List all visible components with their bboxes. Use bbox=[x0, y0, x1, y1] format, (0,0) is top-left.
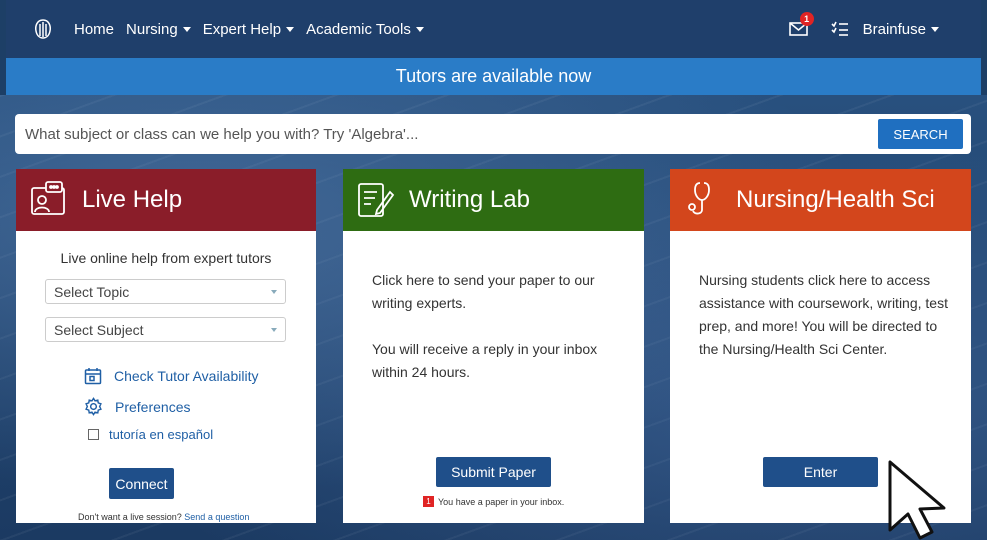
subject-select[interactable]: Select Subject bbox=[45, 317, 286, 342]
search-bar: SEARCH bbox=[15, 114, 971, 154]
inbox-count-badge: 1 bbox=[423, 496, 434, 507]
inbox-note-text: You have a paper in your inbox. bbox=[438, 496, 565, 507]
brainfuse-logo-icon[interactable] bbox=[32, 18, 54, 40]
nav-home[interactable]: Home bbox=[74, 21, 114, 38]
spanish-checkbox[interactable]: tutoría en español bbox=[88, 427, 213, 442]
nursing-desc: Nursing students click here to access as… bbox=[699, 272, 948, 357]
caret-down-icon bbox=[415, 26, 424, 32]
writing-lab-card: Writing Lab Click here to send your pape… bbox=[343, 169, 644, 523]
nursing-header[interactable]: Nursing/Health Sci bbox=[670, 169, 971, 231]
send-question-link[interactable]: Send a question bbox=[184, 512, 249, 522]
chevron-down-icon bbox=[271, 328, 277, 332]
mouse-pointer-icon bbox=[888, 460, 946, 540]
enter-button[interactable]: Enter bbox=[763, 457, 878, 487]
topic-select[interactable]: Select Topic bbox=[45, 279, 286, 304]
writing-lab-header[interactable]: Writing Lab bbox=[343, 169, 644, 231]
top-navbar: Home Nursing Expert Help Academic Tools … bbox=[6, 0, 981, 58]
writing-lab-desc-2: You will receive a reply in your inbox w… bbox=[372, 341, 598, 380]
writing-lab-title: Writing Lab bbox=[409, 186, 530, 213]
caret-down-icon bbox=[286, 26, 295, 32]
nav-nursing[interactable]: Nursing bbox=[126, 21, 191, 38]
user-menu[interactable]: Brainfuse bbox=[863, 21, 939, 38]
connect-button[interactable]: Connect bbox=[109, 468, 174, 499]
submit-paper-button[interactable]: Submit Paper bbox=[436, 457, 551, 487]
search-input[interactable] bbox=[15, 124, 878, 144]
live-help-title: Live Help bbox=[82, 186, 183, 213]
search-button[interactable]: SEARCH bbox=[878, 119, 963, 149]
live-help-subtitle: Live online help from expert tutors bbox=[60, 250, 272, 266]
writing-lab-desc-1: Click here to send your paper to our wri… bbox=[372, 272, 595, 311]
preferences-link[interactable]: Preferences bbox=[84, 397, 190, 416]
nursing-title: Nursing/Health Sci bbox=[736, 186, 935, 213]
stethoscope-icon bbox=[688, 182, 710, 215]
calendar-icon bbox=[84, 368, 102, 385]
live-help-card: Live Help Live online help from expert t… bbox=[16, 169, 316, 523]
availability-banner: Tutors are available now bbox=[6, 58, 981, 95]
checklist-icon[interactable] bbox=[831, 21, 849, 37]
live-help-header[interactable]: Live Help bbox=[16, 169, 316, 231]
gear-icon bbox=[85, 397, 102, 416]
caret-down-icon bbox=[931, 26, 939, 32]
nav-academic-tools[interactable]: Academic Tools bbox=[306, 21, 424, 38]
notification-badge: 1 bbox=[799, 12, 814, 26]
check-availability-link[interactable]: Check Tutor Availability bbox=[84, 367, 258, 385]
caret-down-icon bbox=[182, 26, 191, 32]
chevron-down-icon bbox=[271, 290, 277, 294]
send-question-note: Don't want a live session? Send a questi… bbox=[78, 512, 250, 522]
live-tutor-icon bbox=[31, 181, 65, 215]
messages-button[interactable]: 1 bbox=[788, 12, 814, 37]
checkbox-icon bbox=[88, 429, 99, 440]
nav-expert-help[interactable]: Expert Help bbox=[203, 21, 295, 38]
document-pen-icon bbox=[358, 183, 395, 217]
inbox-note[interactable]: 1 You have a paper in your inbox. bbox=[423, 496, 564, 507]
